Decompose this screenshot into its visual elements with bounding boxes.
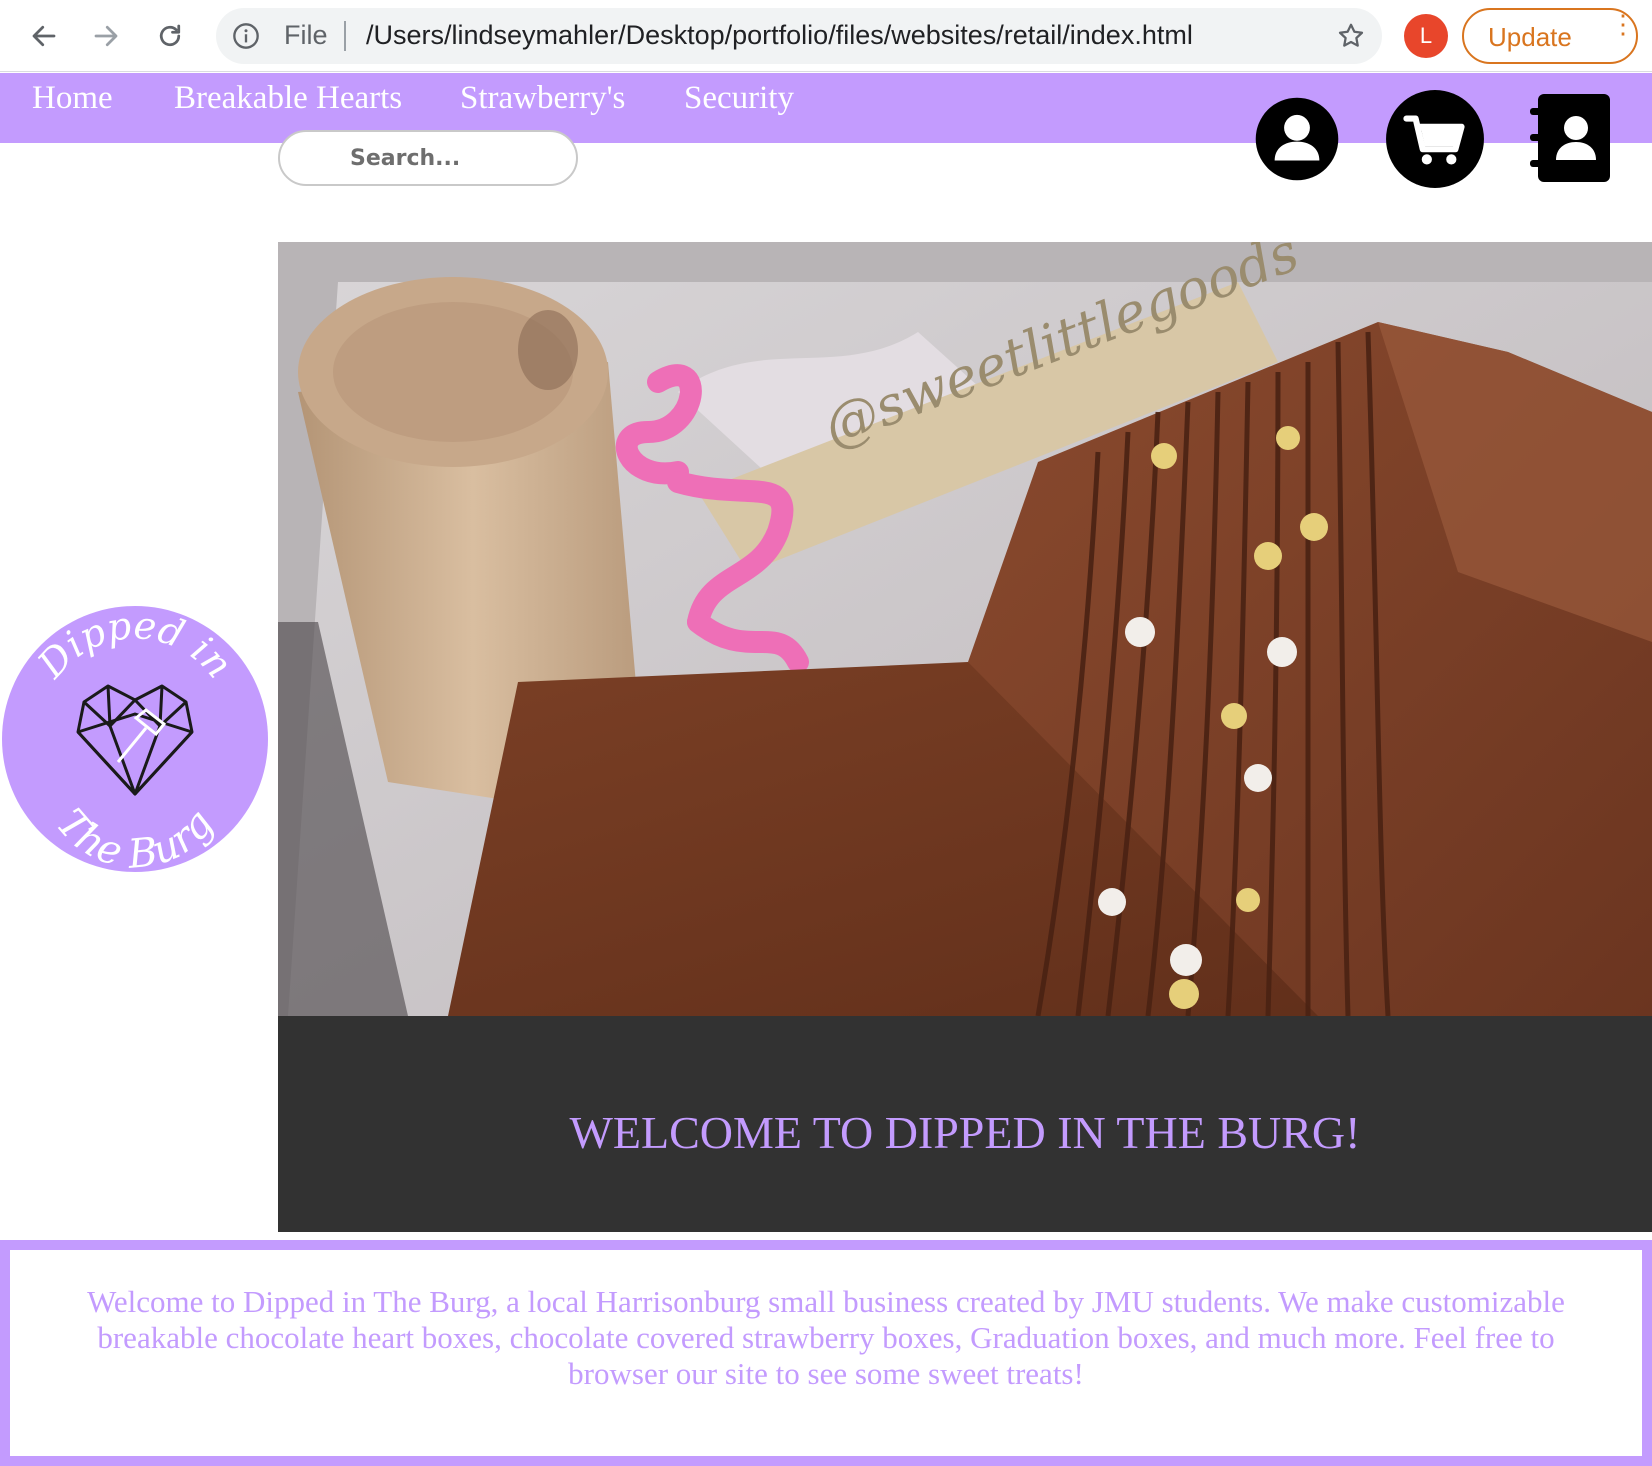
url-text[interactable]: /Users/lindseymahler/Desktop/portfolio/f… (366, 20, 1193, 51)
welcome-section: Welcome to Dipped in The Burg, a local H… (0, 1240, 1652, 1466)
back-button[interactable] (20, 12, 68, 60)
hero-image: @sweetlittlegoods (278, 242, 1652, 1016)
dipped-in-the-burg-logo[interactable]: Dipped in The Burg (0, 604, 270, 874)
forward-arrow-icon (94, 25, 118, 47)
hero-banner: WELCOME TO DIPPED IN THE BURG! (278, 1016, 1652, 1232)
profile-avatar[interactable]: L (1404, 14, 1448, 58)
nav-link-home[interactable]: Home (32, 80, 113, 117)
forward-button[interactable] (82, 12, 130, 60)
bookmark-star-icon[interactable] (1336, 21, 1366, 51)
nav-link-breakable-hearts[interactable]: Breakable Hearts (174, 80, 402, 117)
search-input[interactable] (278, 130, 578, 186)
nav-link-strawberrys[interactable]: Strawberry's (460, 80, 625, 117)
update-label: Update (1488, 22, 1572, 52)
info-icon[interactable] (232, 22, 260, 50)
contacts-icon[interactable] (1528, 92, 1614, 184)
update-button[interactable]: Update ⋮ (1462, 8, 1638, 64)
address-bar[interactable]: File /Users/lindseymahler/Desktop/portfo… (216, 8, 1382, 64)
reload-icon (159, 24, 181, 47)
file-scheme-label: File (284, 20, 328, 50)
welcome-text: Welcome to Dipped in The Burg, a local H… (87, 1284, 1565, 1391)
address-separator (344, 21, 346, 51)
back-arrow-icon (32, 25, 56, 47)
cart-icon[interactable] (1384, 88, 1486, 190)
browser-toolbar: File /Users/lindseymahler/Desktop/portfo… (0, 0, 1652, 72)
account-icon[interactable] (1254, 96, 1340, 182)
nav-link-security[interactable]: Security (684, 80, 794, 117)
reload-button[interactable] (146, 12, 194, 60)
hero-title: WELCOME TO DIPPED IN THE BURG! (569, 1106, 1361, 1158)
more-menu-icon[interactable]: ⋮ (1610, 11, 1636, 37)
